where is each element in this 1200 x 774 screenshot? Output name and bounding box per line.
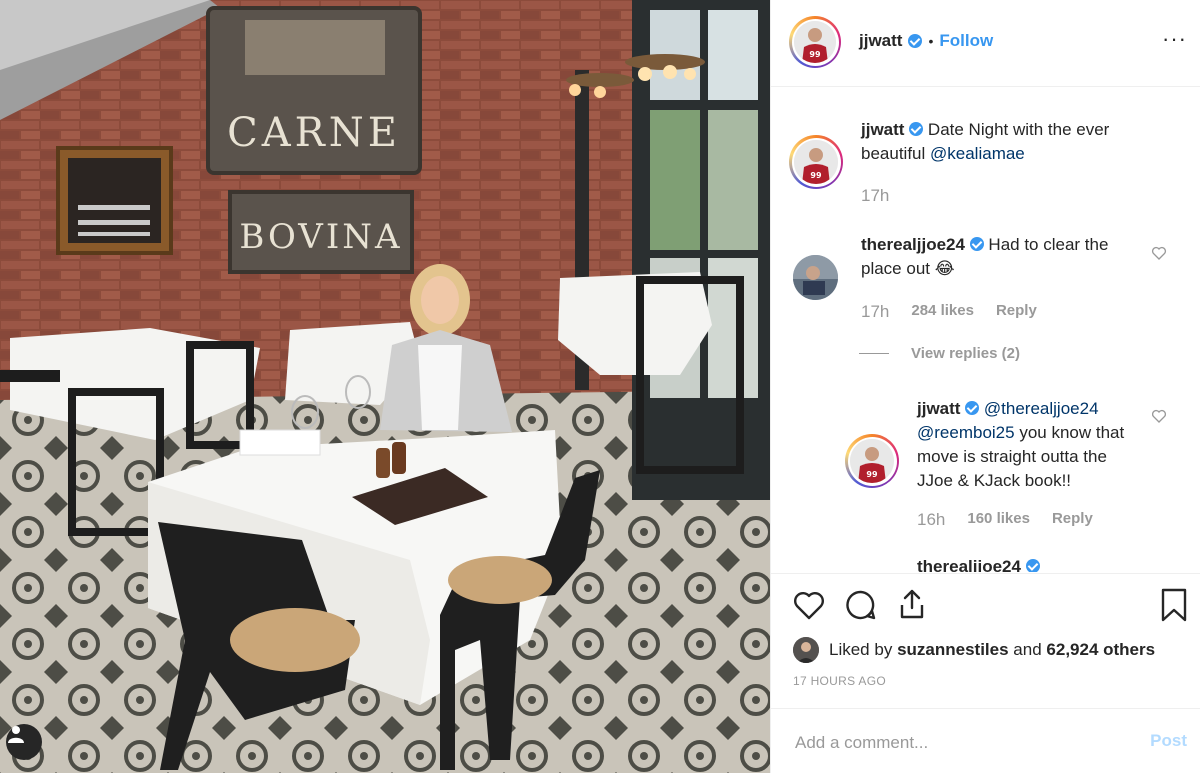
verified-badge-icon xyxy=(908,34,923,48)
verified-badge-icon xyxy=(1025,559,1040,572)
restaurant-scene: CARNE BOVINA xyxy=(0,0,770,773)
reply-username[interactable]: jjwatt xyxy=(917,399,960,418)
comment-1: therealjjoe24 Had to clear the place out… xyxy=(861,233,1151,281)
share-icon[interactable] xyxy=(898,588,926,620)
verified-badge-icon xyxy=(969,237,984,251)
liked-by-others[interactable]: 62,924 others xyxy=(1046,640,1155,660)
view-replies-button[interactable]: View replies (2) xyxy=(859,345,1020,362)
post-header: 99 jjwatt • Follow ··· xyxy=(771,0,1200,87)
comment-icon[interactable] xyxy=(845,589,877,621)
caption-time[interactable]: 17h xyxy=(861,186,889,206)
reply-time[interactable]: 16h xyxy=(917,510,945,530)
verified-badge-icon xyxy=(965,401,980,415)
svg-text:99: 99 xyxy=(866,470,878,479)
comment-1-username[interactable]: therealjjoe24 xyxy=(861,235,965,254)
reply-meta: 16h 160 likes Reply xyxy=(917,510,1093,530)
caption-username[interactable]: jjwatt xyxy=(861,120,904,139)
like-comment-1-heart-icon[interactable] xyxy=(1151,245,1167,261)
reply-reply-button[interactable]: Reply xyxy=(1052,510,1093,530)
author-avatar[interactable]: 99 xyxy=(789,16,841,68)
reply-mention-1[interactable]: @therealjjoe24 xyxy=(984,399,1099,418)
sign-bovina: BOVINA xyxy=(239,217,402,257)
comment-1-meta: 17h 284 likes Reply xyxy=(861,302,1037,322)
caption-mention[interactable]: @kealiamae xyxy=(930,144,1025,163)
caption-avatar[interactable]: 99 xyxy=(789,135,843,189)
reply-mention-2[interactable]: @reemboi25 xyxy=(917,423,1015,442)
like-reply-heart-icon[interactable] xyxy=(1151,408,1167,424)
liker-avatar-photo xyxy=(793,637,819,663)
header-separator: • xyxy=(928,33,934,49)
heart-icon[interactable] xyxy=(793,590,825,620)
comments-list[interactable]: 99 jjwatt Date Night with the ever beaut… xyxy=(771,87,1200,572)
commenter-avatar[interactable] xyxy=(793,255,838,300)
cut-comment-username[interactable]: therealjjoe24 xyxy=(917,557,1021,572)
post-actions: Liked by suzannestiles and 62,924 others… xyxy=(771,573,1200,704)
sign-carne: CARNE xyxy=(227,110,401,156)
post-timestamp[interactable]: 17 HOURS AGO xyxy=(793,674,886,688)
reply-avatar[interactable]: 99 xyxy=(845,434,899,488)
liked-by-user[interactable]: suzannestiles xyxy=(897,640,1009,660)
comment-1-time[interactable]: 17h xyxy=(861,302,889,322)
cut-comment: therealjjoe24 xyxy=(917,555,1040,572)
user-tag-button[interactable] xyxy=(6,724,42,760)
author-username[interactable]: jjwatt xyxy=(859,31,902,51)
bookmark-icon[interactable] xyxy=(1161,588,1187,622)
avatar-photo: 99 xyxy=(794,21,836,63)
more-horizontal-icon[interactable]: ··· xyxy=(1162,28,1187,50)
post-sidebar: 99 jjwatt • Follow ··· 99 jjwatt Date Ni… xyxy=(770,0,1200,773)
post-comment-button[interactable]: Post xyxy=(1150,731,1187,751)
comment-input[interactable] xyxy=(793,729,1127,757)
post-photo[interactable]: CARNE BOVINA xyxy=(0,0,770,773)
laughing-emoji-icon: 😂 xyxy=(934,259,955,278)
reply-comment: jjwatt @therealjjoe24 @reemboi25 you kno… xyxy=(917,397,1147,493)
commenter-avatar-photo xyxy=(793,255,838,300)
svg-text:99: 99 xyxy=(809,50,821,59)
liked-by-prefix: Liked by xyxy=(829,640,893,659)
add-comment-bar: Post xyxy=(771,708,1200,774)
svg-text:99: 99 xyxy=(810,171,822,180)
view-replies-line xyxy=(859,353,889,354)
comment-1-likes[interactable]: 284 likes xyxy=(911,302,974,322)
likes-summary[interactable]: Liked by suzannestiles and 62,924 others xyxy=(793,637,1155,663)
comment-1-reply-button[interactable]: Reply xyxy=(996,302,1037,322)
caption-comment: jjwatt Date Night with the ever beautifu… xyxy=(861,118,1161,166)
view-replies-label: View replies (2) xyxy=(911,345,1020,362)
user-icon xyxy=(8,726,24,743)
liked-by-and: and xyxy=(1013,640,1042,659)
follow-button[interactable]: Follow xyxy=(939,31,993,51)
caption-avatar-photo: 99 xyxy=(794,140,838,184)
reply-avatar-photo: 99 xyxy=(850,439,894,483)
verified-badge-icon xyxy=(909,122,924,136)
reply-likes[interactable]: 160 likes xyxy=(967,510,1030,530)
caption-meta: 17h xyxy=(861,186,889,206)
liker-avatar[interactable] xyxy=(793,637,819,663)
